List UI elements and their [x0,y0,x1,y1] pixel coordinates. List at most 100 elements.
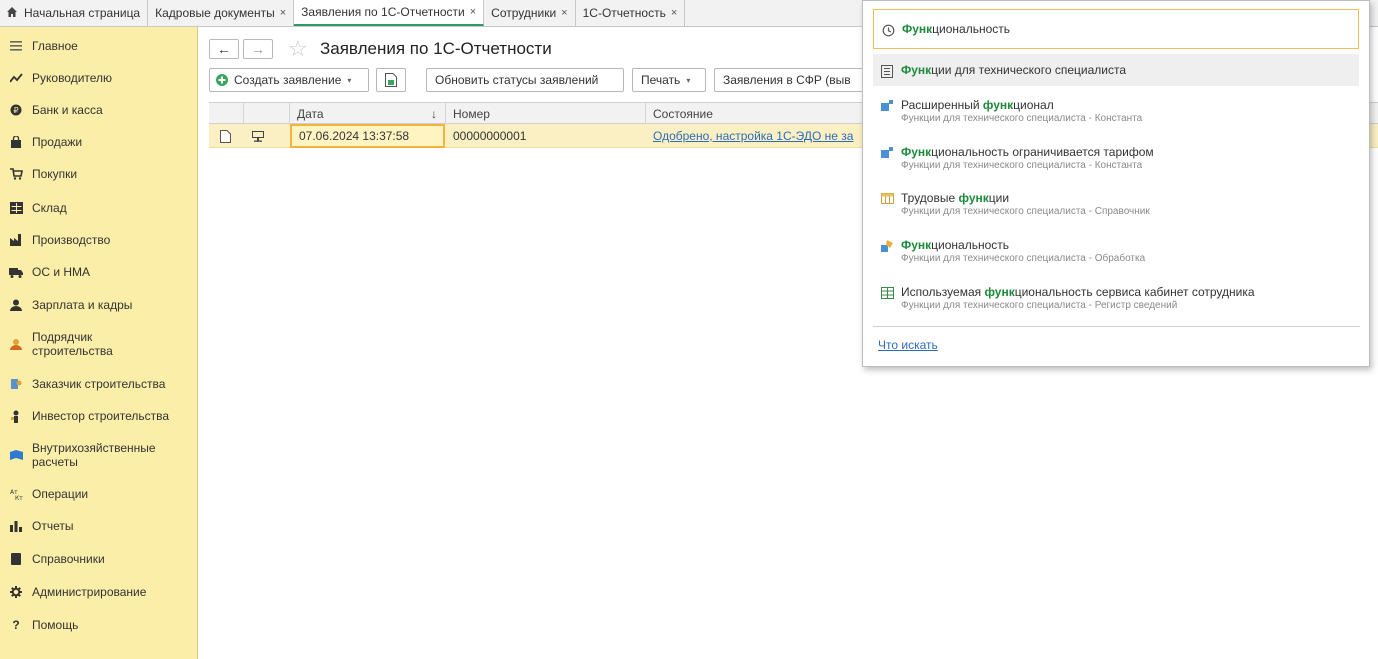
gear-icon [0,586,32,598]
close-icon[interactable]: × [671,7,677,19]
sidebar-item-production[interactable]: Производство [0,231,198,249]
tab-label: Заявления по 1С-Отчетности [301,5,465,19]
search-result-item[interactable]: Функциональность Функции для техническог… [873,238,1359,264]
sidebar-item-manager[interactable]: Руководителю [0,69,198,87]
state-link[interactable]: Одобрено, настройка 1С-ЭДО не за [653,129,853,143]
builder-icon [0,338,32,350]
sidebar-item-warehouse[interactable]: Склад [0,199,198,217]
search-result-content: Используемая функциональность сервиса ка… [901,285,1255,311]
close-icon[interactable]: × [280,7,286,19]
search-result-item[interactable]: Используемая функциональность сервиса ка… [873,285,1359,311]
factory-icon [0,234,32,246]
tab-home[interactable]: Начальная страница [0,0,149,26]
sidebar-item-label: Заказчик строительства [32,377,166,391]
sidebar: Главное Руководителю ₽ Банк и касса Прод… [0,27,198,659]
tab-applications[interactable]: Заявления по 1С-Отчетности × [294,0,485,26]
home-icon [6,6,18,21]
sidebar-item-catalogs[interactable]: Справочники [0,550,198,568]
search-subsystem-item[interactable]: Функции для технического специалиста [873,54,1359,86]
customer-icon [0,378,32,390]
search-result-content: Функциональность ограничивается тарифом … [901,145,1154,171]
search-subsystem-text: Функции для технического специалиста [901,63,1126,77]
constant-icon [873,145,901,158]
document-export-button[interactable] [376,68,406,92]
header-date[interactable]: Дата ↓ [289,103,445,124]
sidebar-item-purchases[interactable]: Покупки [0,165,198,183]
sidebar-item-reports[interactable]: Отчеты [0,517,198,535]
sidebar-item-label: Зарплата и кадры [32,298,133,312]
create-application-button[interactable]: Создать заявление ▾ [209,68,369,92]
book-icon [0,553,32,565]
sidebar-item-sales[interactable]: Продажи [0,133,198,151]
sidebar-item-investor[interactable]: Инвестор строительства [0,407,198,425]
tab-1c-reporting[interactable]: 1С-Отчетность × [576,0,686,26]
print-button[interactable]: Печать ▾ [632,68,706,92]
header-number[interactable]: Номер [445,103,645,124]
computer-icon [245,124,285,148]
dropdown-caret-icon: ▾ [347,75,352,85]
divider [873,326,1360,327]
folder-blue-icon [0,450,32,460]
sidebar-item-label: Склад [32,201,67,215]
create-application-label: Создать заявление [234,73,342,87]
sidebar-item-label: Операции [32,487,89,501]
refresh-statuses-label: Обновить статусы заявлений [435,73,599,87]
constant-icon [873,98,901,111]
search-history-item[interactable]: Функциональность [873,9,1359,49]
sidebar-item-label: Главное [32,39,78,53]
sidebar-item-label: Справочники [32,552,105,566]
state-cell: Одобрено, настройка 1С-ЭДО не за [646,124,896,148]
what-to-search-link[interactable]: Что искать [878,338,938,352]
sfr-applications-button[interactable]: Заявления в СФР (выв [714,68,864,92]
close-icon[interactable]: × [561,7,567,19]
investor-icon [0,410,32,423]
favorite-star-icon[interactable]: ☆ [288,36,308,62]
forward-button[interactable]: → [243,39,273,59]
sidebar-item-admin[interactable]: Администрирование [0,583,198,601]
date-cell[interactable]: 07.06.2024 13:37:58 [290,124,445,148]
search-result-item[interactable]: Функциональность ограничивается тарифом … [873,145,1359,171]
svg-text:Кт: Кт [15,495,23,500]
header-cell-icon [209,103,243,124]
refresh-statuses-button[interactable]: Обновить статусы заявлений [426,68,624,92]
tab-label: Сотрудники [491,6,557,20]
sidebar-item-internal-settlements[interactable]: Внутрихозяйственные расчеты [0,438,198,472]
sidebar-item-fixed-assets[interactable]: ОС и НМА [0,263,198,281]
close-icon[interactable]: × [470,6,476,18]
page-title: Заявления по 1С-Отчетности [320,39,552,58]
document-green-icon [385,73,397,87]
shopping-bag-icon [0,136,32,148]
search-result-content: Расширенный функционал Функции для техни… [901,98,1143,124]
sidebar-item-customer[interactable]: Заказчик строительства [0,375,198,393]
sort-arrow-icon: ↓ [431,106,437,121]
search-history-text: Функциональность [902,22,1011,36]
sidebar-item-label: Подрядчик строительства [32,330,113,358]
sidebar-item-salary[interactable]: Зарплата и кадры [0,296,198,314]
sidebar-item-main[interactable]: Главное [0,37,198,55]
sidebar-item-label: Руководителю [32,71,113,85]
search-result-item[interactable]: Расширенный функционал Функции для техни… [873,98,1359,124]
sidebar-item-label: Производство [32,233,111,247]
dropdown-caret-icon: ▾ [686,75,691,85]
sidebar-item-contractor[interactable]: Подрядчик строительства [0,327,198,361]
sidebar-item-label: Покупки [32,167,78,181]
truck-icon [0,267,32,278]
bar-chart-icon [0,520,32,532]
search-result-item[interactable]: Трудовые функции Функции для техническог… [873,191,1359,217]
print-label: Печать [641,73,681,87]
sidebar-item-operations[interactable]: Ат Кт Операции [0,485,198,503]
sidebar-item-label: Продажи [32,135,83,149]
sidebar-item-label: Банк и касса [32,103,103,117]
search-result-content: Трудовые функции Функции для техническог… [901,191,1150,217]
sidebar-item-bank[interactable]: ₽ Банк и касса [0,101,198,119]
question-icon: ? [12,618,20,632]
sidebar-item-label: ОС и НМА [32,265,91,279]
arrow-right-icon: → [251,41,265,57]
arrow-left-icon: ← [217,41,231,57]
tab-employees[interactable]: Сотрудники × [484,0,576,26]
sidebar-item-label: Помощь [32,618,79,632]
back-button[interactable]: ← [209,39,239,59]
tab-hr-documents[interactable]: Кадровые документы × [148,0,295,26]
header-cell-type [243,103,289,124]
sidebar-item-help[interactable]: ? Помощь [0,616,198,634]
